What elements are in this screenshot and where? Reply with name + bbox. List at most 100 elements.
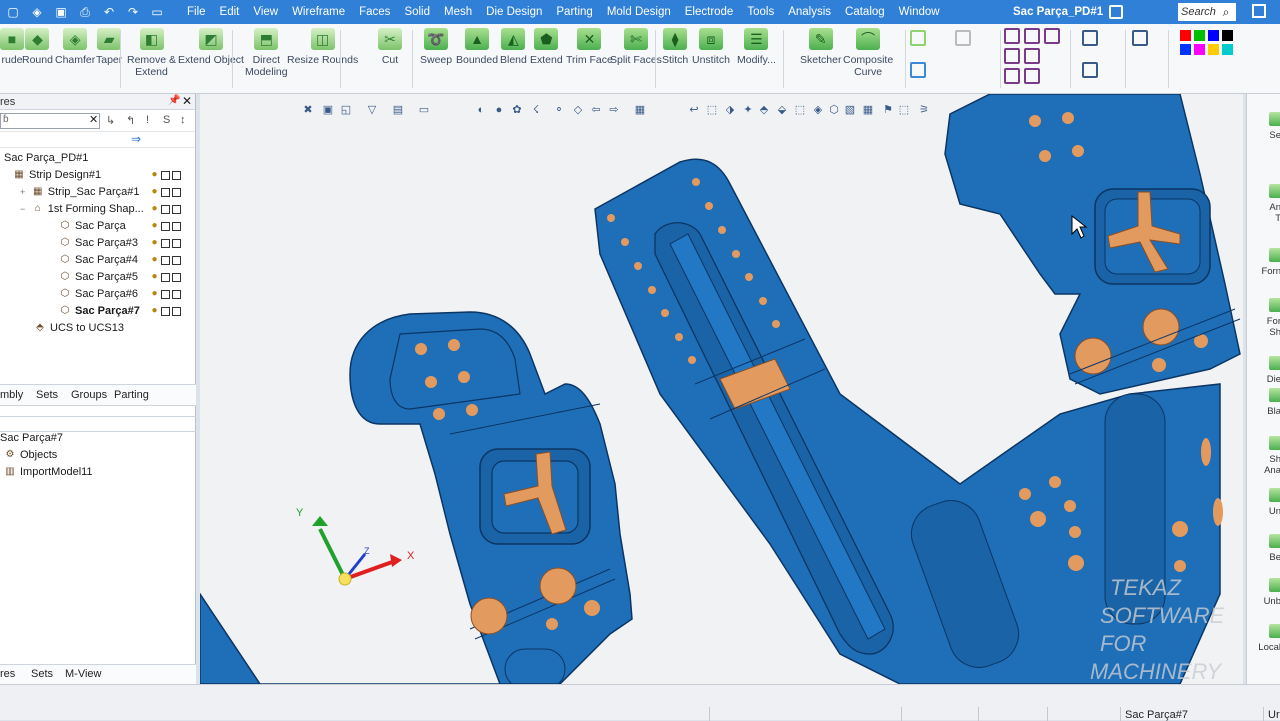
- right-panel-icon[interactable]: [1269, 534, 1280, 548]
- menu-analysis[interactable]: Analysis: [781, 0, 838, 24]
- lock-icon[interactable]: [161, 222, 170, 231]
- tab-sets[interactable]: Sets: [36, 389, 58, 401]
- right-panel-label[interactable]: Die: [1249, 374, 1280, 385]
- tree-item[interactable]: ⬡ Sac Parça#4: [59, 252, 138, 269]
- tool-icon[interactable]: [1024, 48, 1040, 64]
- tree-item[interactable]: ▦ Strip Design#1: [13, 167, 101, 184]
- panel-toggle-icon[interactable]: [1252, 4, 1266, 18]
- visibility-bulb-icon[interactable]: ●: [150, 204, 159, 214]
- tree-item[interactable]: − ⌂ 1st Forming Shap...: [20, 201, 144, 218]
- tree-item[interactable]: ⬡ Sac Parça#5: [59, 269, 138, 286]
- cut-button[interactable]: ✂ Cut: [378, 28, 402, 66]
- extrude-button[interactable]: ■ rude: [0, 28, 24, 66]
- menu-parting[interactable]: Parting: [549, 0, 599, 24]
- tool-icon[interactable]: [1024, 28, 1040, 44]
- tree-item[interactable]: ⬘ UCS to UCS13: [34, 320, 124, 337]
- right-panel-label[interactable]: Be: [1249, 552, 1280, 563]
- unstitch-button[interactable]: ⧈ Unstitch: [692, 28, 730, 66]
- menu-view[interactable]: View: [246, 0, 285, 24]
- filter-tool-icon[interactable]: ↰: [126, 114, 135, 127]
- tool-icon[interactable]: [1004, 48, 1020, 64]
- color-swatch[interactable]: [1222, 30, 1233, 41]
- lock-icon[interactable]: [161, 290, 170, 299]
- visibility-bulb-icon[interactable]: ●: [150, 187, 159, 197]
- tree-item[interactable]: ⬡ Sac Parça: [59, 218, 126, 235]
- menu-window[interactable]: Window: [892, 0, 947, 24]
- color-swatch[interactable]: [1222, 44, 1233, 55]
- filter-tool-icon[interactable]: S: [163, 114, 170, 126]
- menu-file[interactable]: File: [180, 0, 213, 24]
- tab-parting[interactable]: Parting: [114, 389, 149, 401]
- tree-item[interactable]: ⬡ Sac Parça#6: [59, 286, 138, 303]
- color-swatch[interactable]: [1180, 44, 1191, 55]
- window-restore-icon[interactable]: [1109, 5, 1123, 19]
- visibility-bulb-icon[interactable]: ●: [150, 272, 159, 282]
- direct-modeling-button[interactable]: ⬒ Direct Modeling: [245, 28, 288, 78]
- color-swatch[interactable]: [1194, 44, 1205, 55]
- pin-icon[interactable]: [183, 171, 192, 180]
- right-panel-label[interactable]: Sh Ana: [1249, 454, 1280, 476]
- lock-icon[interactable]: [161, 273, 170, 282]
- extend-button[interactable]: ⬟ Extend: [530, 28, 563, 66]
- sheet-part-right[interactable]: [944, 94, 1241, 395]
- expand-icon[interactable]: +: [20, 187, 28, 197]
- tool-icon[interactable]: [1132, 30, 1148, 46]
- pin-icon[interactable]: 📌: [168, 95, 180, 106]
- visibility-bulb-icon[interactable]: ●: [150, 238, 159, 248]
- sweep-button[interactable]: ➰ Sweep: [420, 28, 452, 66]
- tool-icon[interactable]: [1024, 68, 1040, 84]
- redo-icon[interactable]: ↷: [122, 3, 144, 21]
- object-item[interactable]: Sac Parça#7: [0, 430, 63, 447]
- undo-icon[interactable]: ↶: [98, 3, 120, 21]
- pin-icon[interactable]: [183, 205, 192, 214]
- tree-item[interactable]: ⬡ Sac Parça#7: [59, 303, 140, 320]
- menu-faces[interactable]: Faces: [352, 0, 397, 24]
- modify-button[interactable]: ☰ Modify...: [737, 28, 776, 66]
- sheet-part-left[interactable]: [200, 311, 633, 684]
- tab-assembly[interactable]: mbly: [0, 389, 23, 401]
- layer-icon[interactable]: [172, 239, 181, 248]
- pin-icon[interactable]: [183, 273, 192, 282]
- tool-icon[interactable]: [1044, 28, 1060, 44]
- right-panel-icon[interactable]: [1269, 488, 1280, 502]
- tool-icon[interactable]: [955, 30, 971, 46]
- remove-extend-button[interactable]: ◧ Remove & Extend: [127, 28, 176, 78]
- menu-solid[interactable]: Solid: [397, 0, 437, 24]
- lock-icon[interactable]: [161, 205, 170, 214]
- object-item[interactable]: ▥ ImportModel11: [4, 464, 92, 481]
- tool-icon[interactable]: [1082, 30, 1098, 46]
- tool-icon[interactable]: [910, 62, 926, 78]
- layer-icon[interactable]: [172, 222, 181, 231]
- right-panel-icon[interactable]: [1269, 388, 1280, 402]
- menu-wireframe[interactable]: Wireframe: [285, 0, 352, 24]
- color-swatch[interactable]: [1208, 44, 1219, 55]
- filter-tool-icon[interactable]: ↳: [106, 114, 115, 127]
- tool-icon[interactable]: [1082, 62, 1098, 78]
- layer-icon[interactable]: [172, 188, 181, 197]
- right-panel-icon[interactable]: [1269, 436, 1280, 450]
- pin-icon[interactable]: [183, 256, 192, 265]
- print-icon[interactable]: ⎙: [74, 3, 96, 21]
- right-panel-label[interactable]: For Sh: [1249, 316, 1280, 338]
- right-panel-icon[interactable]: [1269, 356, 1280, 370]
- right-panel-icon[interactable]: [1269, 578, 1280, 592]
- save-icon[interactable]: ▣: [50, 3, 72, 21]
- filter-tool-icon[interactable]: !: [146, 114, 149, 126]
- stitch-button[interactable]: ⧫ Stitch: [662, 28, 688, 66]
- clear-filter-icon[interactable]: ✕: [89, 113, 98, 126]
- right-panel-icon[interactable]: [1269, 248, 1280, 262]
- layer-icon[interactable]: [172, 205, 181, 214]
- layer-icon[interactable]: [172, 171, 181, 180]
- expand-icon[interactable]: −: [20, 204, 28, 214]
- visibility-bulb-icon[interactable]: ●: [150, 170, 159, 180]
- resize-rounds-button[interactable]: ◫ Resize Rounds: [287, 28, 358, 66]
- lock-icon[interactable]: [161, 171, 170, 180]
- new-icon[interactable]: ▢: [2, 3, 24, 21]
- right-panel-label[interactable]: Bla: [1249, 406, 1280, 417]
- menu-mold-design[interactable]: Mold Design: [600, 0, 678, 24]
- layer-icon[interactable]: [172, 290, 181, 299]
- visibility-bulb-icon[interactable]: ●: [150, 306, 159, 316]
- object-item[interactable]: ⚙ Objects: [4, 447, 58, 464]
- pin-icon[interactable]: [183, 307, 192, 316]
- menu-tools[interactable]: Tools: [740, 0, 781, 24]
